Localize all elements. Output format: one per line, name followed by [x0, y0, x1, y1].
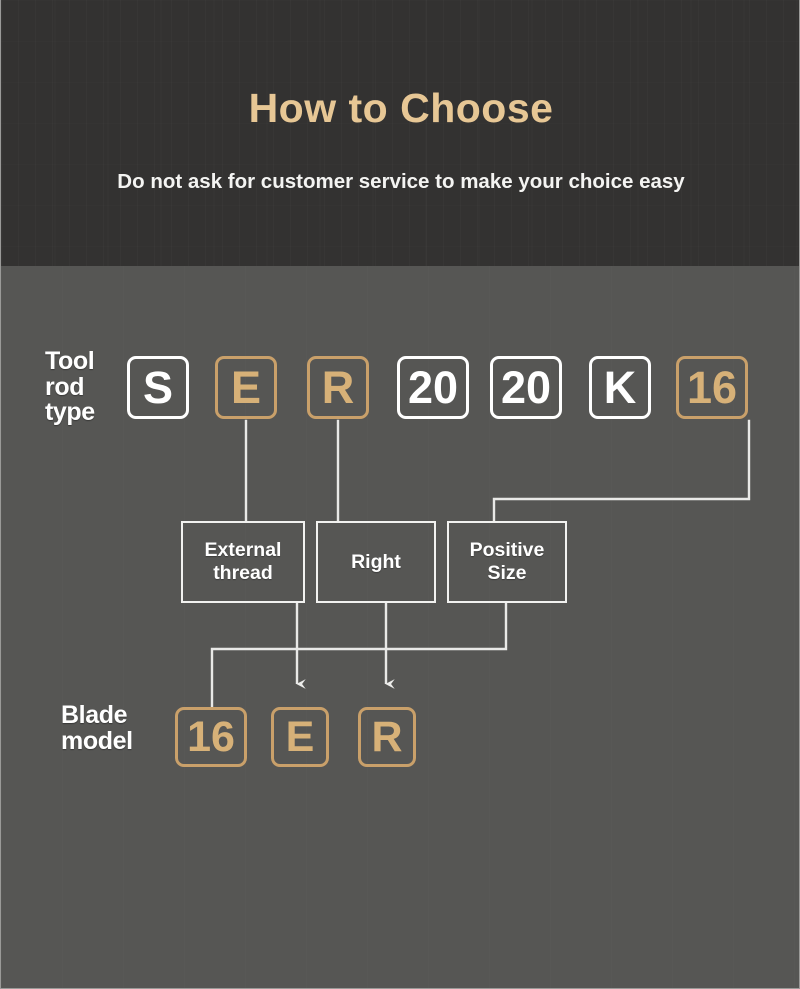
chip-blade-16[interactable]: 16 [175, 707, 247, 767]
chip-tool-rod-16[interactable]: 16 [676, 356, 748, 419]
wire-positive-size-to-blade-16 [210, 601, 508, 709]
explanation-box-right[interactable]: Right [316, 521, 436, 603]
chip-tool-rod-R[interactable]: R [307, 356, 369, 419]
chip-tool-rod-20-height[interactable]: 20 [490, 356, 562, 419]
header-texture [1, 0, 799, 266]
page-title: How to Choose [248, 85, 554, 131]
chip-tool-rod-K[interactable]: K [589, 356, 651, 419]
chip-tool-rod-S[interactable]: S [127, 356, 189, 419]
infographic-page: How to Choose Do not ask for customer se… [0, 0, 800, 989]
chip-tool-rod-20-shank[interactable]: 20 [397, 356, 469, 419]
explanation-box-external-thread[interactable]: External thread [181, 521, 305, 603]
diagram-area: Tool rod type S E R 20 20 K 16 External … [1, 266, 799, 988]
explanation-box-positive-size[interactable]: Positive Size [447, 521, 567, 603]
tool-rod-type-label: Tool rod type [45, 347, 95, 426]
header-band: How to Choose Do not ask for customer se… [1, 0, 799, 266]
chip-blade-R[interactable]: R [358, 707, 416, 767]
chip-tool-rod-E[interactable]: E [215, 356, 277, 419]
chip-blade-E[interactable]: E [271, 707, 329, 767]
page-subtitle: Do not ask for customer service to make … [117, 170, 685, 193]
blade-model-label: Blade model [61, 701, 133, 755]
wire-16-to-positive-size [492, 419, 751, 523]
